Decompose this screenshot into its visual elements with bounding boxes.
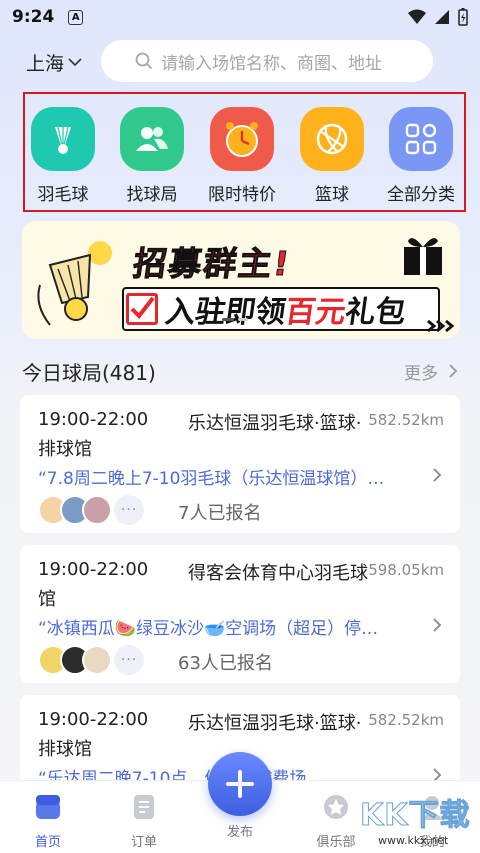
banner-headline: 招募群主! — [130, 244, 294, 284]
club-icon — [324, 795, 348, 819]
orders-icon — [134, 795, 154, 819]
promo-banner[interactable]: 招募群主! 入驻即领百元礼包 — [22, 221, 460, 339]
tab-home[interactable]: 首页 — [13, 793, 83, 850]
signal-icon — [435, 10, 449, 24]
notification-icon: A — [68, 9, 84, 25]
watermark-logo: KK下载 — [360, 798, 471, 834]
city-selector[interactable]: 上海 — [26, 49, 82, 76]
chevron-right-icon — [433, 618, 442, 632]
chevron-right-icon — [449, 364, 458, 378]
city-label: 上海 — [26, 52, 65, 75]
category-label: 羽毛球 — [37, 185, 89, 205]
wifi-icon — [408, 9, 426, 24]
chevron-right-icon — [433, 468, 442, 482]
section-title: 今日球局(481) — [22, 360, 156, 385]
more-avatars-icon: ··· — [114, 645, 144, 675]
basketball-icon — [300, 107, 364, 171]
game-description: “冰镇西瓜🍉绿豆冰沙🥣空调场（超足）停… — [38, 619, 379, 639]
search-input[interactable]: 请输入场馆名称、商圈、地址 — [101, 40, 433, 82]
category-label: 全部分类 — [387, 185, 455, 205]
game-description: “7.8周二晚上7-10羽毛球（乐达恒温球馆）… — [38, 469, 385, 489]
category-highlight-frame: 羽毛球 找球局 限时特价 篮球 全部分类 — [23, 92, 466, 212]
shuttlecock-illustration — [37, 241, 112, 326]
venue-name: 得客会体育中心羽毛球 — [188, 563, 368, 584]
search-icon — [135, 52, 153, 70]
status-bar: 9:24 A — [0, 0, 480, 34]
avatar — [82, 645, 112, 675]
game-time: 19:00-22:00 — [38, 559, 149, 580]
game-time: 19:00-22:00 — [38, 409, 149, 430]
more-link[interactable]: 更多 — [404, 359, 458, 384]
game-card[interactable]: 19:00-22:00 乐达恒温羽毛球·篮球· 排球馆 582.52km “7.… — [20, 395, 460, 533]
watermark-url: www.kkx.net — [378, 834, 449, 847]
tab-publish[interactable]: 发布 — [205, 821, 275, 840]
publish-button[interactable] — [208, 752, 272, 816]
category-label: 找球局 — [126, 185, 178, 205]
participant-avatars: ··· — [38, 495, 144, 525]
status-time: 9:24 — [12, 7, 55, 27]
venue-name-cont: 馆 — [38, 589, 56, 610]
venue-name-cont: 排球馆 — [38, 739, 92, 760]
tab-label: 发布 — [226, 825, 253, 840]
checkbox-icon — [126, 293, 158, 325]
venue-name: 乐达恒温羽毛球·篮球· — [188, 413, 362, 434]
game-time: 19:00-22:00 — [38, 709, 149, 730]
more-label: 更多 — [404, 363, 438, 384]
page-dot — [238, 318, 248, 321]
grid-icon — [389, 107, 453, 171]
distance: 582.52km — [368, 711, 444, 729]
tab-orders[interactable]: 订单 — [109, 793, 179, 850]
avatar — [82, 495, 112, 525]
page-dot-active — [222, 318, 234, 321]
header: 上海 请输入场馆名称、商圈、地址 — [0, 40, 480, 84]
alarm-clock-icon — [210, 107, 274, 171]
category-all[interactable]: 全部分类 — [381, 107, 461, 205]
category-flash-sale[interactable]: 限时特价 — [202, 107, 282, 205]
section-header: 今日球局(481) 更多 — [22, 356, 458, 386]
gift-icon — [404, 238, 442, 275]
banner-subtitle: 入驻即领百元礼包 — [163, 295, 408, 330]
category-find-game[interactable]: 找球局 — [112, 107, 192, 205]
chevron-down-icon — [68, 58, 82, 67]
tab-label: 订单 — [130, 835, 157, 850]
search-placeholder: 请输入场馆名称、商圈、地址 — [161, 53, 382, 74]
people-icon — [120, 107, 184, 171]
badminton-icon — [31, 107, 95, 171]
category-label: 限时特价 — [208, 185, 276, 205]
tab-label: 首页 — [34, 835, 61, 850]
distance: 598.05km — [368, 561, 444, 579]
more-avatars-icon: ··· — [114, 495, 144, 525]
signup-count: 63人已报名 — [178, 653, 273, 674]
category-basketball[interactable]: 篮球 — [292, 107, 372, 205]
venue-name-cont: 排球馆 — [38, 439, 92, 460]
game-card[interactable]: 19:00-22:00 得客会体育中心羽毛球 馆 598.05km “冰镇西瓜🍉… — [20, 545, 460, 683]
plus-icon — [226, 770, 254, 798]
banner-subtitle-box: 入驻即领百元礼包 — [122, 287, 440, 331]
participant-avatars: ··· — [38, 645, 144, 675]
category-badminton[interactable]: 羽毛球 — [23, 107, 103, 205]
banner-pagination — [222, 318, 248, 321]
battery-icon — [458, 8, 468, 26]
venue-name: 乐达恒温羽毛球·篮球· — [188, 713, 362, 734]
arrows-icon — [427, 319, 455, 333]
home-icon — [36, 795, 60, 819]
signup-count: 7人已报名 — [178, 503, 262, 524]
category-label: 篮球 — [315, 185, 349, 205]
distance: 582.52km — [368, 411, 444, 429]
